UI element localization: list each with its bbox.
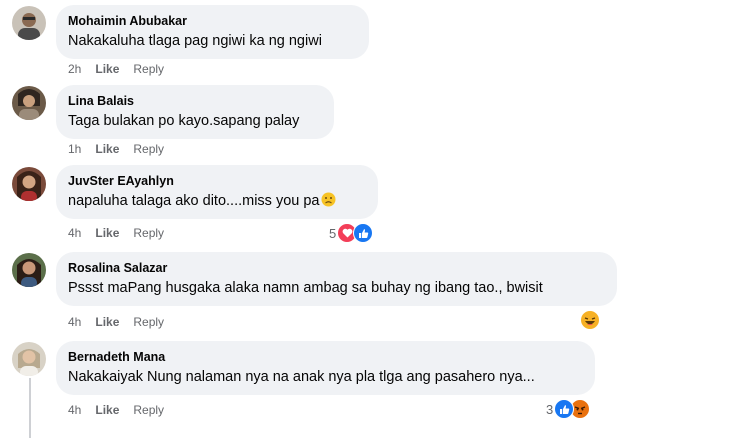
comment-text-body: napaluha talaga ako dito....miss you pa bbox=[68, 193, 320, 209]
comment-author[interactable]: Rosalina Salazar bbox=[68, 260, 605, 276]
comment-time[interactable]: 4h bbox=[68, 315, 81, 329]
comment-time[interactable]: 1h bbox=[68, 142, 81, 156]
comment-author[interactable]: JuvSter EAyahlyn bbox=[68, 173, 366, 189]
haha-icon bbox=[580, 310, 600, 330]
comment-bubble: Bernadeth Mana Nakakaiyak Nung nalaman n… bbox=[56, 341, 595, 395]
like-button[interactable]: Like bbox=[95, 142, 119, 156]
comment-bubble: Rosalina Salazar Pssst maPang husgaka al… bbox=[56, 252, 617, 306]
comment-time[interactable]: 4h bbox=[68, 403, 81, 417]
reply-button[interactable]: Reply bbox=[133, 62, 164, 76]
reaction-count: 5 bbox=[329, 225, 337, 241]
reaction-summary[interactable] bbox=[580, 310, 600, 330]
sad-emoji-icon bbox=[321, 192, 336, 207]
reply-button[interactable]: Reply bbox=[133, 142, 164, 156]
like-button[interactable]: Like bbox=[95, 315, 119, 329]
comment-bubble: JuvSter EAyahlyn napaluha talaga ako dit… bbox=[56, 165, 378, 219]
like-button[interactable]: Like bbox=[95, 226, 119, 240]
like-button[interactable]: Like bbox=[95, 403, 119, 417]
comment-author[interactable]: Mohaimin Abubakar bbox=[68, 13, 357, 29]
thread-line bbox=[29, 378, 31, 438]
comment-text: napaluha talaga ako dito....miss you pa bbox=[68, 192, 366, 211]
reaction-summary[interactable]: 3 bbox=[546, 399, 591, 419]
comment-actions: 1h Like Reply bbox=[68, 142, 178, 156]
comment-time[interactable]: 4h bbox=[68, 226, 81, 240]
comment-bubble: Lina Balais Taga bulakan po kayo.sapang … bbox=[56, 85, 334, 139]
comment-actions: 4h Like Reply bbox=[68, 315, 178, 329]
comment-actions: 4h Like Reply bbox=[68, 403, 178, 417]
like-button[interactable]: Like bbox=[95, 62, 119, 76]
comment-author[interactable]: Bernadeth Mana bbox=[68, 349, 583, 365]
reaction-summary[interactable]: 5 bbox=[329, 223, 374, 243]
like-icon bbox=[353, 223, 374, 243]
reaction-count: 3 bbox=[546, 401, 554, 417]
avatar[interactable] bbox=[12, 86, 46, 120]
avatar[interactable] bbox=[12, 342, 46, 376]
comment-text: Pssst maPang husgaka alaka namn ambag sa… bbox=[68, 280, 543, 296]
comment-actions: 2h Like Reply bbox=[68, 62, 178, 76]
reply-button[interactable]: Reply bbox=[133, 403, 164, 417]
comment-actions: 4h Like Reply bbox=[68, 226, 178, 240]
comment-author[interactable]: Lina Balais bbox=[68, 93, 322, 109]
reply-button[interactable]: Reply bbox=[133, 315, 164, 329]
comment-text: Nakakaluha tlaga pag ngiwi ka ng ngiwi bbox=[68, 33, 322, 49]
comment-bubble: Mohaimin Abubakar Nakakaluha tlaga pag n… bbox=[56, 5, 369, 59]
comment-text: Taga bulakan po kayo.sapang palay bbox=[68, 113, 300, 129]
avatar[interactable] bbox=[12, 6, 46, 40]
comment-text: Nakakaiyak Nung nalaman nya na anak nya … bbox=[68, 369, 535, 385]
avatar[interactable] bbox=[12, 167, 46, 201]
reply-button[interactable]: Reply bbox=[133, 226, 164, 240]
avatar[interactable] bbox=[12, 253, 46, 287]
comment-time[interactable]: 2h bbox=[68, 62, 81, 76]
